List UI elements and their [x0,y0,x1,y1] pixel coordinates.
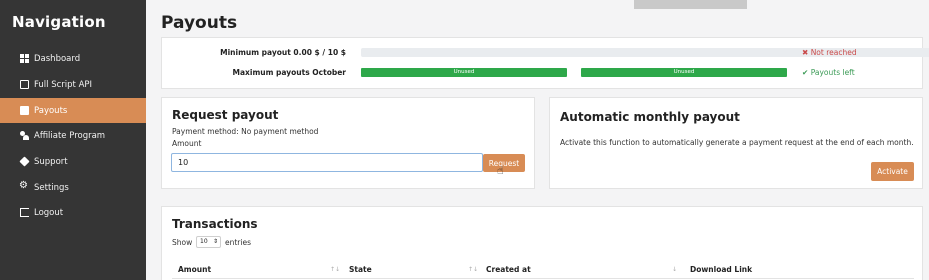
top-bar-stub [634,0,747,9]
sort-icon[interactable]: ↑↓ [468,266,478,273]
maximum-payouts-label: Maximum payouts October [232,68,346,77]
entries-label: entries [225,238,251,247]
column-header-state[interactable]: State [349,265,372,274]
wallet-icon [20,106,29,115]
sidebar-item-label: Support [34,156,68,167]
payout-limits-card: Minimum payout 0.00 $ / 10 $ ✖ Not reach… [161,37,929,89]
sort-down-icon[interactable]: ↓ [672,266,677,273]
amount-label: Amount [172,139,202,148]
users-icon [20,131,29,140]
sidebar-item-logout[interactable]: Logout [0,200,146,225]
logout-icon [20,208,29,217]
payment-method-text: Payment method: No payment method [172,127,319,136]
activate-button[interactable]: Activate [871,162,914,181]
payout-slot-1: Unused [361,68,567,77]
minimum-payout-label: Minimum payout 0.00 $ / 10 $ [220,48,346,57]
request-button[interactable]: Request [483,154,525,172]
sidebar-item-support[interactable]: Support [0,149,146,174]
maximum-status: ✔ Payouts left [802,68,855,77]
sidebar-item-affiliate-program[interactable]: Affiliate Program [0,123,146,148]
check-icon: ✔ [802,68,809,77]
sidebar: Navigation Dashboard Full Script API Pay… [0,0,146,280]
cogs-icon [19,180,29,192]
column-header-download-link[interactable]: Download Link [690,265,752,274]
amount-input[interactable] [171,153,483,172]
minimum-status-text: Not reached [810,48,857,57]
minimum-status: ✖ Not reached [802,48,857,57]
nav-title: Navigation [12,13,106,31]
automatic-payout-description: Activate this function to automatically … [560,138,914,147]
sidebar-item-label: Affiliate Program [34,130,106,141]
tag-icon [19,156,30,167]
sidebar-item-full-script-api[interactable]: Full Script API [0,72,146,97]
automatic-payout-title: Automatic monthly payout [560,110,740,124]
request-payout-title: Request payout [172,108,279,122]
dashboard-icon [20,54,29,63]
hand-cursor-icon: ☝ [497,164,504,177]
entries-select-value: 10 [200,238,208,245]
page-title: Payouts [161,13,238,33]
sidebar-item-settings[interactable]: Settings [0,175,146,200]
maximum-status-text: Payouts left [810,68,855,77]
show-label: Show [172,238,193,247]
file-icon [20,80,29,89]
sort-icon[interactable]: ↑↓ [330,266,340,273]
sidebar-item-label: Logout [34,207,64,218]
sidebar-item-dashboard[interactable]: Dashboard [0,46,146,71]
column-header-created-at[interactable]: Created at [486,265,531,274]
cross-icon: ✖ [802,48,809,57]
sidebar-item-label: Settings [34,182,69,193]
request-payout-card: Request payout Payment method: No paymen… [161,97,535,189]
transactions-card: Transactions Show 10 ⇕ entries Amount ↑↓… [161,206,923,280]
entries-select[interactable]: 10 ⇕ [196,236,221,248]
sort-arrows-icon: ⇕ [212,238,218,245]
sidebar-item-label: Full Script API [34,79,93,90]
column-header-amount[interactable]: Amount [178,265,211,274]
table-header-divider [172,278,914,279]
transactions-title: Transactions [172,217,258,231]
sidebar-item-label: Dashboard [34,53,81,64]
automatic-payout-card: Automatic monthly payout Activate this f… [549,97,923,189]
sidebar-item-payouts[interactable]: Payouts [0,98,146,123]
sidebar-item-label: Payouts [34,105,68,116]
payout-slot-2: Unused [581,68,787,77]
